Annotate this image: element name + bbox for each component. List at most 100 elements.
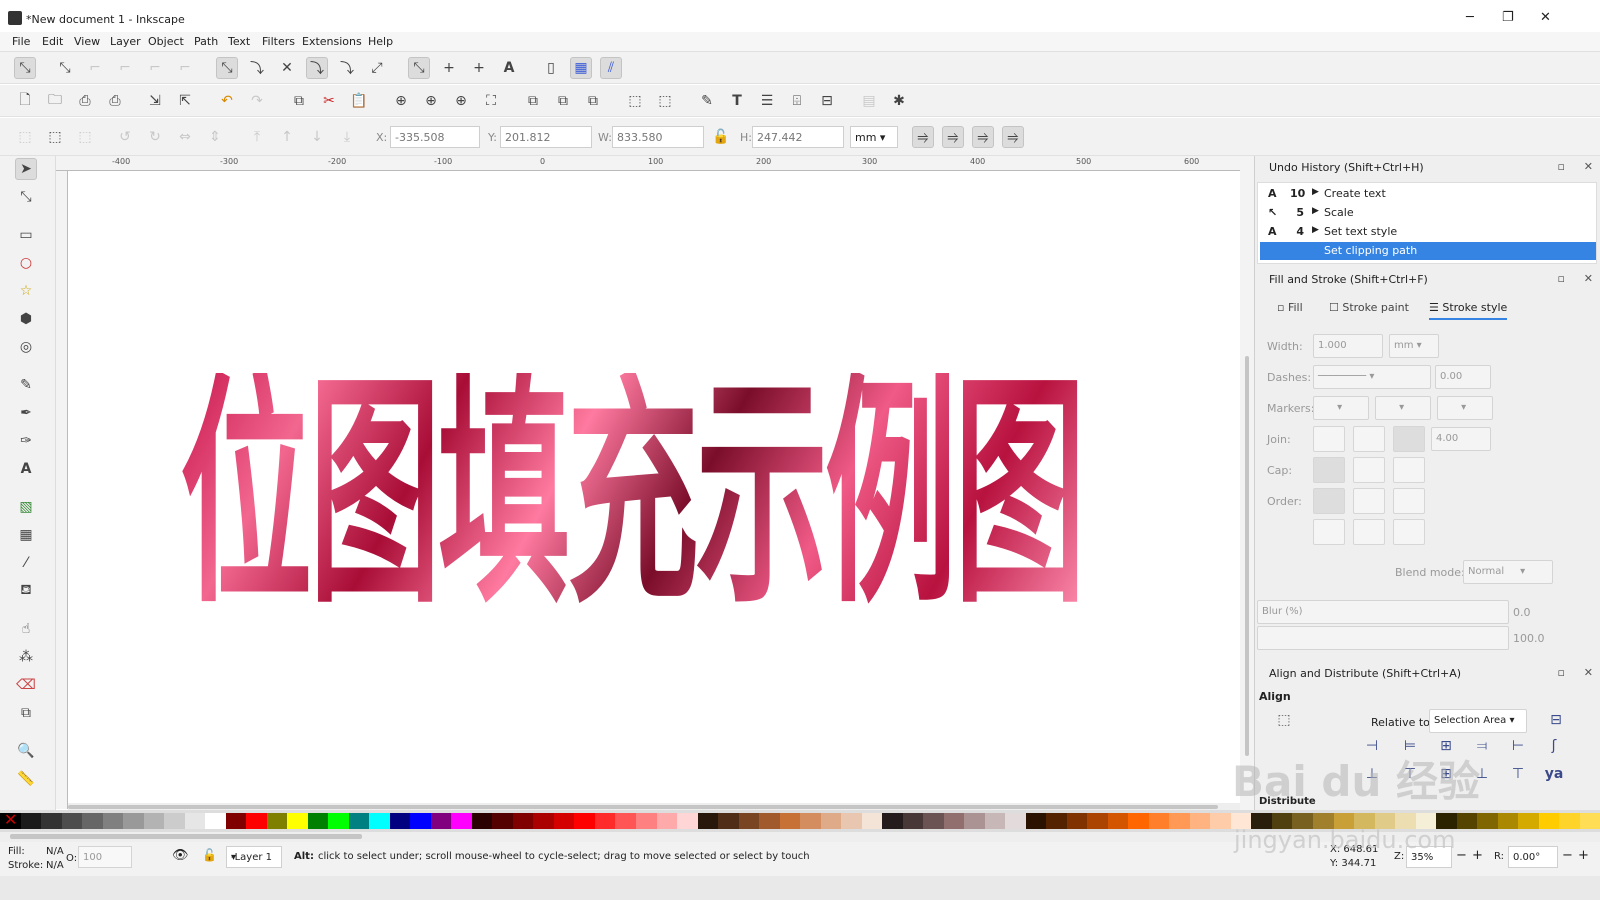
close-button[interactable]: ✕ [1540,10,1551,25]
zoom-drawing-icon[interactable]: ⊕ [420,90,442,112]
x-input[interactable]: -335.508 [390,126,480,148]
undo-item-selected[interactable]: Set clipping path [1260,242,1596,260]
snap-others-icon[interactable]: ⤡ [408,57,430,79]
palette-swatch[interactable] [1579,813,1600,829]
palette-swatch[interactable] [20,813,42,829]
palette-swatch[interactable] [964,813,985,829]
palette-swatch[interactable] [307,813,329,829]
stroke-indicator[interactable]: N/A [46,860,64,871]
align-distribute-header[interactable]: Align and Distribute (Shift+Ctrl+A) ▫ ✕ [1255,664,1600,684]
deselect-icon[interactable]: ⬚ [74,126,96,148]
scroll-thumb[interactable] [1245,356,1249,756]
snap-midpoint-icon[interactable]: ⤢ [366,57,388,79]
unlink-clone-icon[interactable]: ⧉ [582,90,604,112]
snap-smooth-icon[interactable]: ⤵ [336,57,358,79]
align-options-icon[interactable]: ⊟ [1545,712,1567,734]
order-button[interactable] [1313,519,1345,545]
menu-file[interactable]: File [12,35,30,48]
palette-swatch[interactable] [328,813,349,829]
palette-swatch[interactable] [738,813,760,829]
palette-swatch[interactable] [841,813,862,829]
palette-swatch[interactable] [1107,813,1129,829]
opacity-value[interactable]: 100.0 [1513,632,1545,645]
raise-icon[interactable]: ↑ [276,126,298,148]
scroll-thumb[interactable] [68,805,1218,809]
align-left-anchor-icon[interactable]: ⊢ [1507,738,1529,760]
layer-lock-icon[interactable]: 🔓 [202,848,217,862]
palette-swatch[interactable] [1189,813,1211,829]
palette-swatch[interactable] [574,813,595,829]
menu-edit[interactable]: Edit [42,35,63,48]
collapse-icon[interactable]: ▫ [1558,666,1565,679]
paste-icon[interactable]: 📋 [348,90,370,112]
horizontal-ruler[interactable]: -400 -300 -200 -100 0 100 200 300 400 50… [56,156,1240,171]
palette-swatch[interactable] [184,813,206,829]
xml-editor-icon[interactable]: ⌹ [786,90,808,112]
palette-swatch[interactable] [266,813,288,829]
gradient-tool-icon[interactable]: ▧ [15,496,37,518]
menu-path[interactable]: Path [194,35,218,48]
palette-swatch[interactable] [594,813,616,829]
calligraphy-tool-icon[interactable]: ✑ [15,430,37,452]
palette-swatch[interactable] [389,813,411,829]
snap-nodes-icon[interactable]: ⤡ [216,57,238,79]
menu-filters[interactable]: Filters [262,35,295,48]
tab-stroke-style[interactable]: ☰ Stroke style [1429,301,1508,320]
opacity-slider[interactable] [1257,626,1509,650]
undo-item[interactable]: A 4 ▶ Set text style [1260,223,1596,241]
palette-swatch[interactable] [1518,813,1539,829]
expand-icon[interactable]: ▶ [1312,225,1319,235]
snap-text-baseline-icon[interactable]: A [498,57,520,79]
palette-swatch[interactable] [923,813,944,829]
palette-swatch[interactable] [697,813,719,829]
scroll-thumb[interactable] [10,834,362,839]
rotate-ccw-icon[interactable]: ↺ [114,126,136,148]
fill-stroke-header[interactable]: Fill and Stroke (Shift+Ctrl+F) ▫ ✕ [1255,270,1600,290]
width-unit-select[interactable]: mm ▾ [1389,334,1439,358]
palette-swatch[interactable] [1559,813,1580,829]
join-miter-button[interactable] [1393,426,1425,452]
y-input[interactable]: 201.812 [500,126,592,148]
paint-bucket-tool-icon[interactable]: ⛾ [15,580,37,602]
palette-swatch[interactable] [61,813,83,829]
palette-swatch[interactable] [143,813,165,829]
zoom-page-icon[interactable]: ⊕ [450,90,472,112]
start-marker-select[interactable]: ▾ [1313,396,1369,420]
connector-tool-icon[interactable]: ⧉ [15,702,37,724]
order-button[interactable] [1313,488,1345,514]
palette-swatch[interactable] [246,813,267,829]
zoom-page-width-icon[interactable]: ⛶ [480,90,502,112]
snap-center-icon[interactable]: + [438,57,460,79]
palette-swatch[interactable] [1477,813,1498,829]
snap-bbox-icon[interactable]: ⤡ [54,57,76,79]
palette-swatch[interactable] [1128,813,1149,829]
palette-swatch[interactable] [677,813,698,829]
undo-icon[interactable]: ↶ [216,90,238,112]
expand-icon[interactable]: ▶ [1312,187,1319,197]
palette-swatch[interactable] [943,813,965,829]
palette-swatch[interactable] [1169,813,1190,829]
dash-offset-input[interactable]: 0.00 [1435,365,1491,389]
palette-swatch[interactable] [902,813,924,829]
flip-horizontal-icon[interactable]: ⇔ [174,126,196,148]
tab-stroke-paint[interactable]: ☐ Stroke paint [1329,301,1409,314]
blend-mode-select[interactable]: Normal ▾ [1463,560,1553,584]
snap-page-icon[interactable]: ▯ [540,57,562,79]
join-bevel-button[interactable] [1313,426,1345,452]
raise-top-icon[interactable]: ⤒ [246,126,268,148]
snap-path-icon[interactable]: ⤵ [246,57,268,79]
h-input[interactable]: 247.442 [752,126,844,148]
rotation-input[interactable]: 0.00° [1508,846,1558,868]
eraser-tool-icon[interactable]: ⌫ [15,674,37,696]
rectangle-tool-icon[interactable]: ▭ [15,224,37,246]
redo-icon[interactable]: ↷ [246,90,268,112]
palette-swatch[interactable] [1148,813,1170,829]
clone-icon[interactable]: ⧉ [552,90,574,112]
snap-guide-icon[interactable]: ⫽ [600,57,622,79]
export-icon[interactable]: ⇱ [174,90,196,112]
document-properties-icon[interactable]: ▤ [858,90,880,112]
selector-tool-icon[interactable]: ➤ [15,158,37,180]
save-icon[interactable]: ⎙ [74,90,96,112]
open-icon[interactable]: 🗀 [44,90,66,112]
palette-swatch[interactable] [861,813,883,829]
